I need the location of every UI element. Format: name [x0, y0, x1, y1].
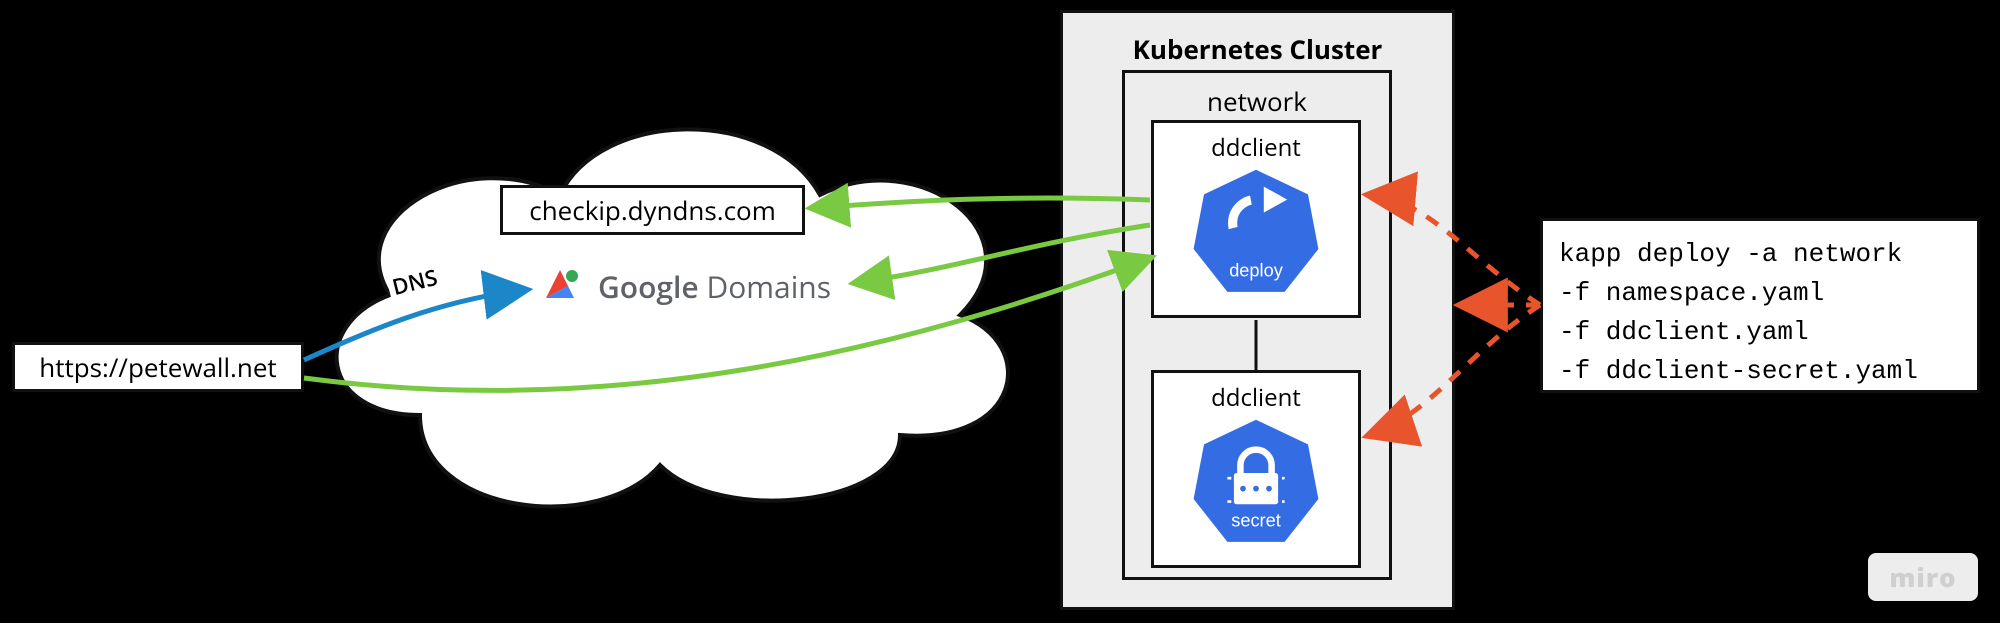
pod-ddclient-secret: ddclient secret	[1151, 370, 1361, 568]
cmd-line-1: kapp deploy -a network	[1559, 235, 1961, 274]
cmd-line-4: -f ddclient-secret.yaml	[1559, 352, 1961, 391]
url-box: https://petewall.net	[12, 342, 304, 392]
url-label: https://petewall.net	[39, 349, 276, 385]
pod-ddclient-deploy: ddclient deploy	[1151, 120, 1361, 318]
dns-label: DNS	[385, 261, 444, 303]
k8s-deploy-kind-label: deploy	[1229, 260, 1284, 280]
diagram-stage: Kubernetes Cluster network ddclient depl…	[0, 0, 2000, 623]
arrow-dns	[304, 290, 525, 360]
network-title: network	[1125, 83, 1389, 119]
checkip-label: checkip.dyndns.com	[529, 192, 776, 228]
google-domains-block: Google Domains	[540, 264, 831, 308]
k8s-secret-kind-label: secret	[1231, 510, 1281, 530]
k8s-deploy-icon: deploy	[1191, 166, 1321, 296]
miro-badge: miro	[1868, 553, 1978, 601]
cmd-line-3: -f ddclient.yaml	[1559, 313, 1961, 352]
google-domains-icon	[540, 264, 584, 308]
kapp-command-box: kapp deploy -a network -f namespace.yaml…	[1540, 218, 1980, 393]
kubernetes-cluster-title: Kubernetes Cluster	[1063, 31, 1452, 67]
pod-secret-title: ddclient	[1154, 381, 1358, 414]
google-domains-brand: Google	[598, 266, 699, 307]
pod-deploy-title: ddclient	[1154, 131, 1358, 164]
cmd-line-2: -f namespace.yaml	[1559, 274, 1961, 313]
miro-label: miro	[1889, 559, 1956, 595]
k8s-secret-icon: secret	[1191, 416, 1321, 546]
google-domains-product: Domains	[706, 266, 831, 307]
google-domains-text: Google Domains	[598, 266, 831, 307]
checkip-box: checkip.dyndns.com	[500, 185, 805, 235]
